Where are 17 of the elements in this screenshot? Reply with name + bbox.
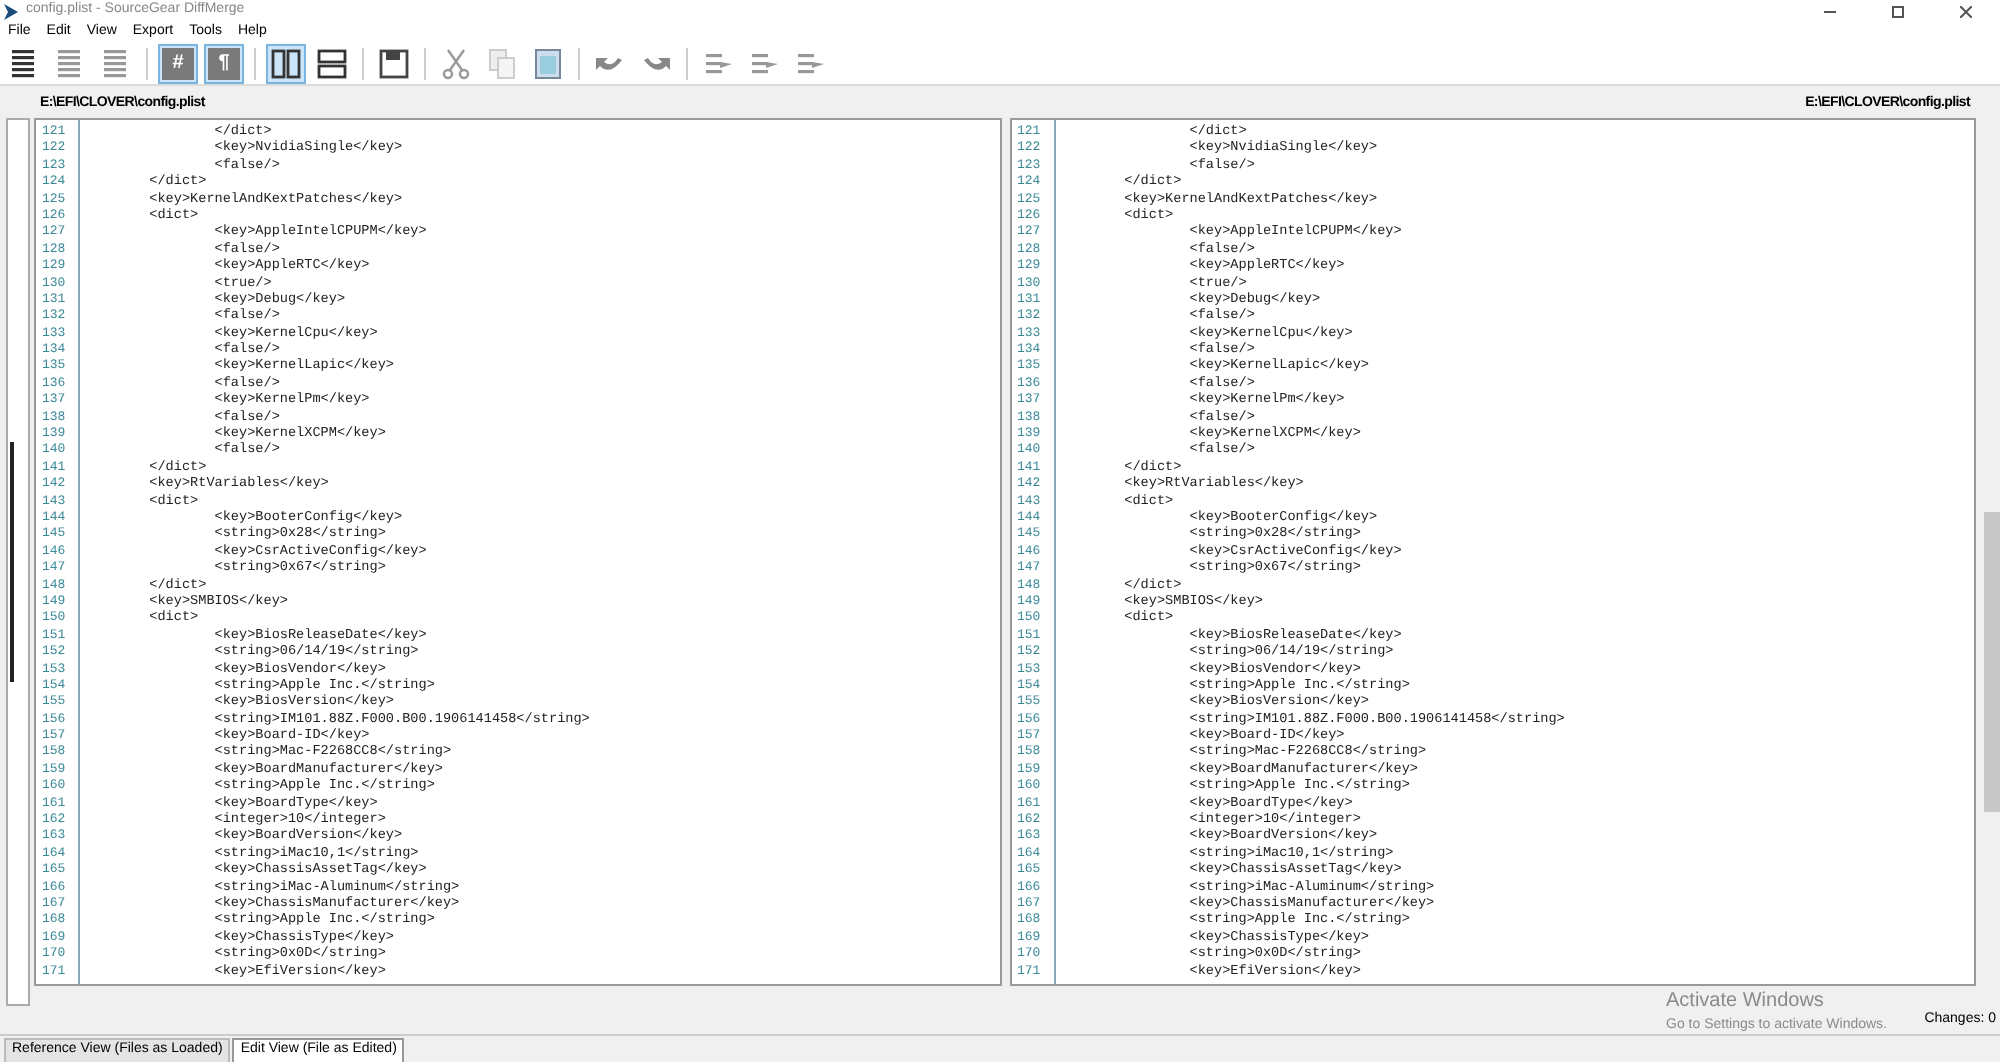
columns-icon [270, 47, 302, 79]
maximize-icon [1892, 5, 1904, 17]
toolbar-toggle-button[interactable]: ¶ [204, 43, 244, 83]
lines-icon [8, 47, 40, 79]
activation-title: Activate Windows [1666, 988, 1826, 1016]
minimize-icon [1824, 5, 1836, 17]
lines-icon [100, 47, 132, 79]
toolbar-toggle-button[interactable]: # [158, 43, 198, 83]
app-logo-icon [4, 3, 18, 19]
toolbar-button[interactable] [266, 43, 306, 83]
scissors-icon [440, 47, 472, 79]
lines-icon [54, 47, 86, 79]
close-icon [1960, 5, 1972, 17]
rows-icon [316, 47, 348, 79]
copy-icon [486, 47, 518, 79]
clipboard-icon [532, 47, 564, 79]
save-icon [378, 47, 410, 79]
